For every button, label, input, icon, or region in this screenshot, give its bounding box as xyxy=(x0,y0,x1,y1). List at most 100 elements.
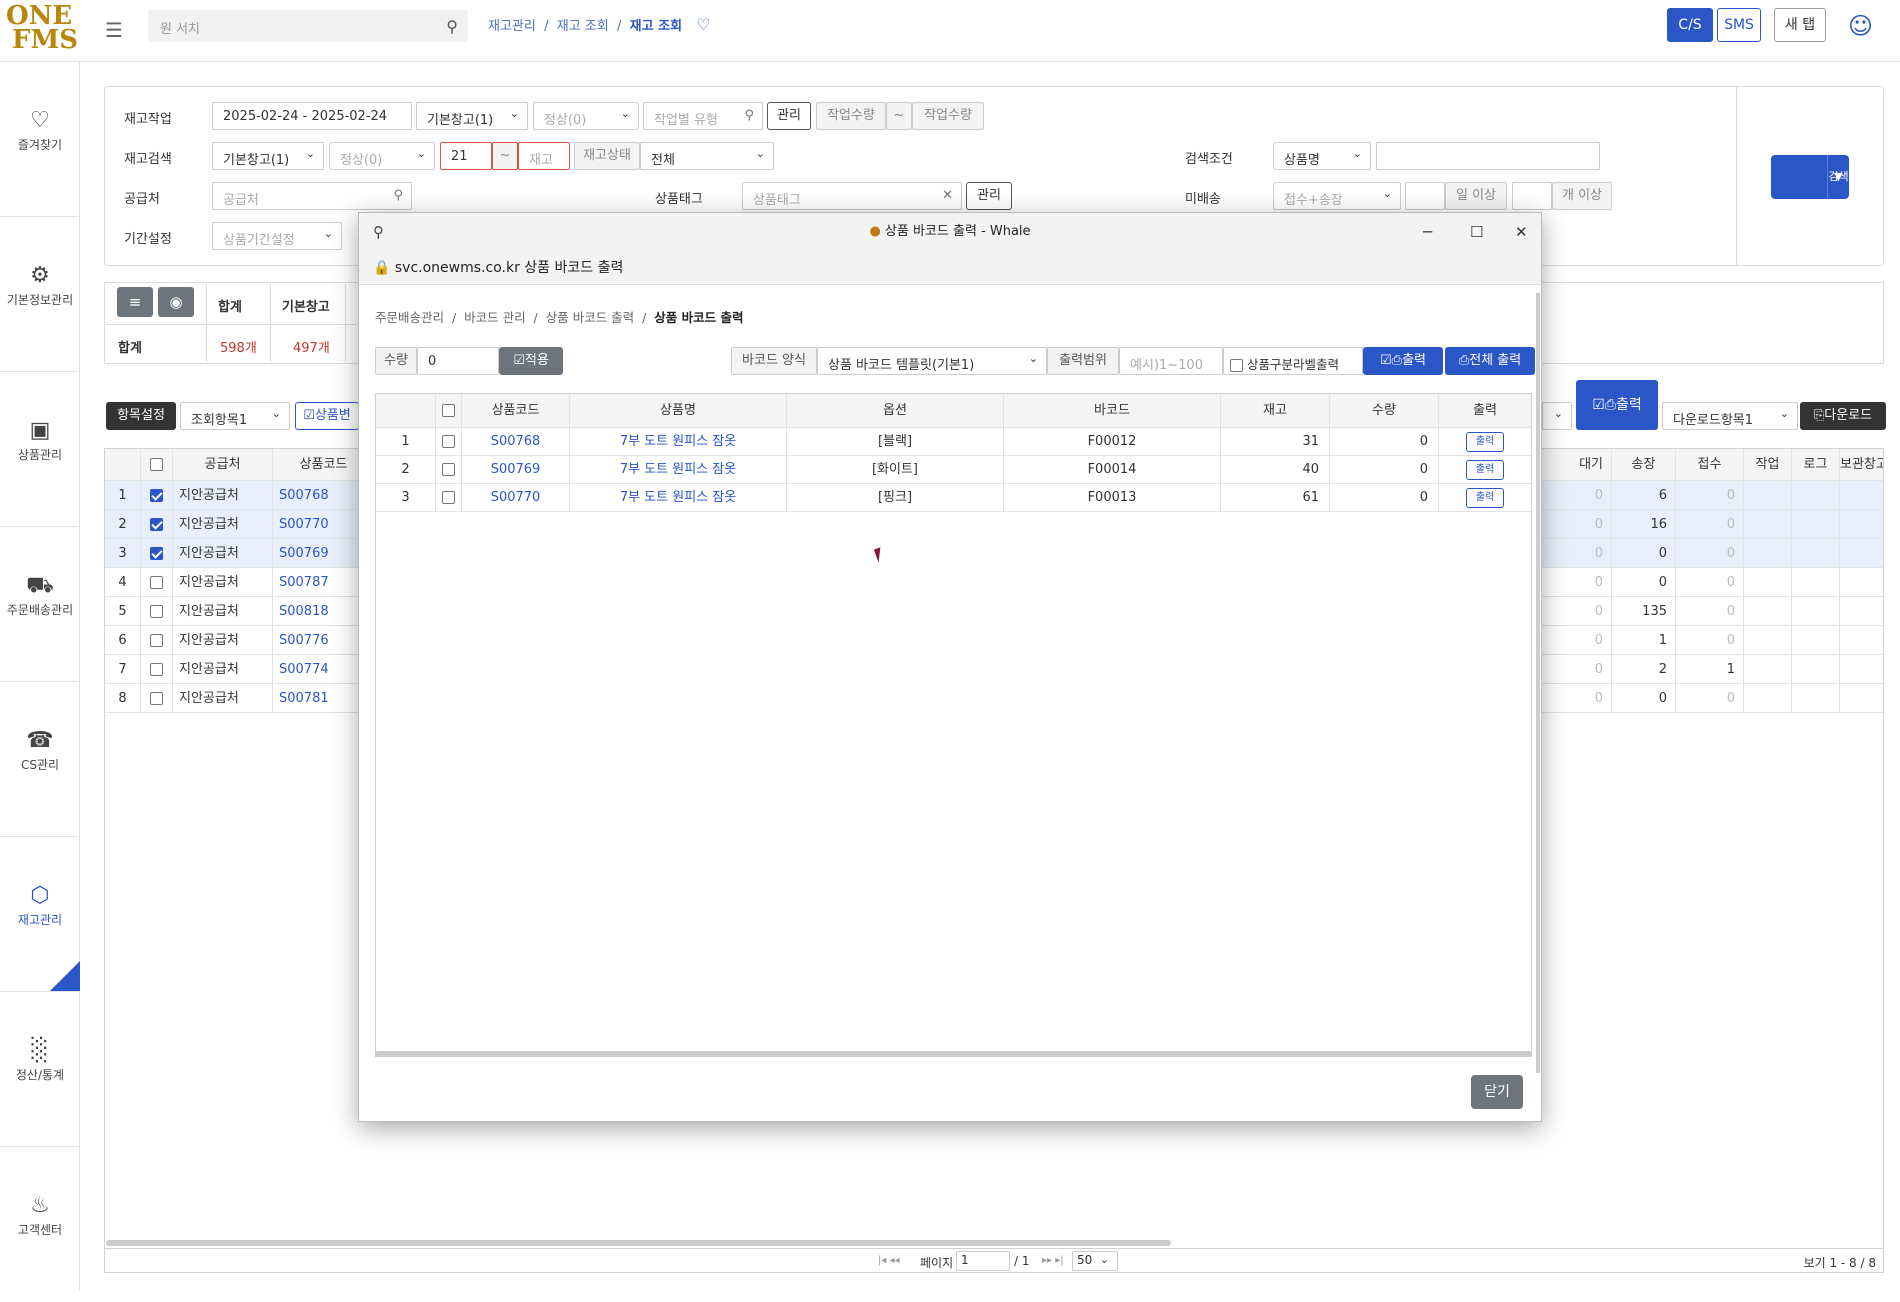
sidebar-item-stats[interactable]: ░ 정산/통계 xyxy=(0,992,80,1147)
user-icon[interactable]: ☺ xyxy=(1848,12,1873,40)
print-selected-button[interactable]: ☑⎙출력 xyxy=(1363,347,1443,375)
qty-input[interactable]: 0 xyxy=(417,347,499,375)
horizontal-scrollbar[interactable] xyxy=(106,1240,1171,1246)
row-qty[interactable]: 0 xyxy=(1330,428,1439,456)
warehouse-select[interactable]: 기본창고(1) ⌄ xyxy=(416,102,528,130)
apply-button[interactable]: ☑적용 xyxy=(499,347,563,375)
breadcrumb-item[interactable]: 상품 바코드 출력 xyxy=(546,310,634,325)
row-name-link[interactable]: 7부 도트 원피스 잠옷 xyxy=(570,484,787,512)
row-name-link[interactable]: 7부 도트 원피스 잠옷 xyxy=(570,428,787,456)
select-all-checkbox[interactable] xyxy=(436,394,462,428)
sidebar-item-basic-info[interactable]: ⚙ 기본정보관리 xyxy=(0,217,80,372)
row-checkbox[interactable] xyxy=(141,655,173,684)
row-checkbox[interactable] xyxy=(436,484,462,512)
sidebar-item-favorites[interactable]: ♡ 즐겨찾기 xyxy=(0,62,80,217)
status-select[interactable]: 정상(0) ⌄ xyxy=(533,102,639,130)
row-qty[interactable]: 0 xyxy=(1330,456,1439,484)
row-checkbox[interactable] xyxy=(436,428,462,456)
sidebar-item-support[interactable]: ♨ 고객센터 xyxy=(0,1147,80,1302)
barcode-row[interactable]: 2 S00769 7부 도트 원피스 잠옷 [화이트] F00014 40 0 출력 xyxy=(376,456,1531,484)
page-input[interactable]: 1 xyxy=(956,1251,1010,1271)
search-button[interactable]: 검색 ▼ xyxy=(1771,155,1849,199)
caret-down-icon[interactable]: ▼ xyxy=(1827,155,1849,199)
sidebar-item-inventory[interactable]: ⬡ 재고관리 xyxy=(0,837,80,992)
split-checkbox[interactable] xyxy=(1230,359,1243,372)
select-all-checkbox[interactable] xyxy=(141,449,173,481)
header-work[interactable]: 작업 xyxy=(1744,449,1792,481)
tag-input[interactable]: 상품태그 ✕ xyxy=(742,182,962,210)
breadcrumb-item[interactable]: 재고관리 xyxy=(488,19,536,34)
range-input[interactable]: 예시)1~100 xyxy=(1119,347,1223,375)
breadcrumb-item[interactable]: 주문배송관리 xyxy=(375,310,444,325)
sidebar-item-products[interactable]: ▣ 상품관리 xyxy=(0,372,80,527)
row-checkbox[interactable] xyxy=(141,539,173,568)
stock-status-select[interactable]: 전체 ⌄ xyxy=(640,142,774,170)
sidebar-item-cs[interactable]: ☎ CS관리 xyxy=(0,682,80,837)
pager-next-last[interactable]: ▸▸ ▸| xyxy=(1042,1255,1064,1266)
header-log[interactable]: 로그 xyxy=(1792,449,1840,481)
row-checkbox[interactable] xyxy=(141,626,173,655)
header-storage[interactable]: 보관창고 xyxy=(1840,449,1883,481)
global-search-input[interactable]: 원 서치 ⚲ xyxy=(148,10,468,42)
sidebar-item-orders[interactable]: ⛟ 주문배송관리 xyxy=(0,527,80,682)
period-select[interactable]: 상품기간설정 ⌄ xyxy=(212,222,342,250)
sms-button[interactable]: SMS xyxy=(1717,8,1761,42)
stock-to-input[interactable]: 재고 xyxy=(518,142,570,170)
search-icon[interactable]: ⚲ xyxy=(446,17,458,36)
download-items-select[interactable]: 다운로드항목1 ⌄ xyxy=(1662,402,1798,430)
qty-to-input[interactable]: 작업수량 xyxy=(912,102,984,130)
qty-from-input[interactable]: 작업수량 xyxy=(816,102,886,130)
row-code-link[interactable]: S00770 xyxy=(462,484,570,512)
page-size-select[interactable]: 50 ⌄ xyxy=(1072,1251,1118,1271)
cs-button[interactable]: C/S xyxy=(1667,8,1713,42)
hidden-select[interactable]: ⌄ xyxy=(1542,402,1572,430)
condition-select[interactable]: 상품명 ⌄ xyxy=(1273,142,1371,170)
header-print[interactable]: 출력 xyxy=(1439,394,1531,428)
count-input[interactable] xyxy=(1512,182,1552,210)
print-button[interactable]: ☑⎙출력 xyxy=(1576,380,1658,430)
header-invoice[interactable]: 송장 xyxy=(1612,449,1676,481)
date-range-input[interactable]: 2025-02-24 - 2025-02-24 xyxy=(212,102,412,130)
row-name-link[interactable]: 7부 도트 원피스 잠옷 xyxy=(570,456,787,484)
row-code-link[interactable]: S00768 xyxy=(462,428,570,456)
menu-icon[interactable]: ☰ xyxy=(105,18,123,42)
row-code-link[interactable]: S00769 xyxy=(462,456,570,484)
condition-text-input[interactable] xyxy=(1376,142,1600,170)
row-print-button[interactable]: 출력 xyxy=(1466,431,1504,452)
close-icon[interactable]: ✕ xyxy=(1515,213,1528,251)
favorite-heart-icon[interactable]: ♡ xyxy=(696,15,710,34)
print-all-button[interactable]: ⎙전체 출력 xyxy=(1445,347,1535,375)
row-checkbox[interactable] xyxy=(141,481,173,510)
days-input[interactable] xyxy=(1405,182,1445,210)
view-items-select[interactable]: 조회항목1 ⌄ xyxy=(180,402,290,430)
minimize-icon[interactable]: ─ xyxy=(1423,213,1432,251)
breadcrumb-item[interactable]: 재고 조회 xyxy=(557,19,609,34)
logo[interactable]: ONE FMS xyxy=(6,3,78,53)
barcode-row[interactable]: 3 S00770 7부 도트 원피스 잠옷 [핑크] F00013 61 0 출력 xyxy=(376,484,1531,512)
row-checkbox[interactable] xyxy=(436,456,462,484)
row-checkbox[interactable] xyxy=(141,510,173,539)
new-tab-button[interactable]: 새 탭 xyxy=(1774,8,1826,42)
format-select[interactable]: 상품 바코드 템플릿(기본1) ⌄ xyxy=(817,347,1047,375)
status2-select[interactable]: 정상(0) ⌄ xyxy=(329,142,435,170)
stock-from-input[interactable]: 21 xyxy=(440,142,492,170)
pager-first-prev[interactable]: |◂ ◂◂ xyxy=(878,1255,900,1266)
coin-icon[interactable]: ◉ xyxy=(158,287,194,317)
header-stock[interactable]: 재고 xyxy=(1221,394,1330,428)
supplier-input[interactable]: 공급처 ⚲ xyxy=(212,182,412,210)
clear-icon[interactable]: ✕ xyxy=(942,188,953,203)
header-code[interactable]: 상품코드 xyxy=(462,394,570,428)
download-button[interactable]: ⎘다운로드 xyxy=(1800,402,1886,430)
modal-vertical-scrollbar[interactable] xyxy=(1536,293,1540,1073)
url-bar[interactable]: 🔒 svc.onewms.co.kr 상품 바코드 출력 xyxy=(359,251,1541,285)
barcode-row[interactable]: 1 S00768 7부 도트 원피스 잠옷 [블랙] F00012 31 0 출력 xyxy=(376,428,1531,456)
row-checkbox[interactable] xyxy=(141,684,173,713)
settings-button[interactable]: 항목설정 xyxy=(106,402,176,430)
header-supplier[interactable]: 공급처 xyxy=(173,449,273,481)
row-print-button[interactable]: 출력 xyxy=(1466,459,1504,480)
split-label-checkbox[interactable]: 상품구분라벨출력 xyxy=(1223,347,1363,375)
filter-icon[interactable]: ≡ xyxy=(117,287,153,317)
modal-horizontal-scrollbar[interactable] xyxy=(375,1051,1532,1057)
pin-icon[interactable]: ⚲ xyxy=(373,213,384,251)
header-wait[interactable]: 대기 xyxy=(1542,449,1612,481)
